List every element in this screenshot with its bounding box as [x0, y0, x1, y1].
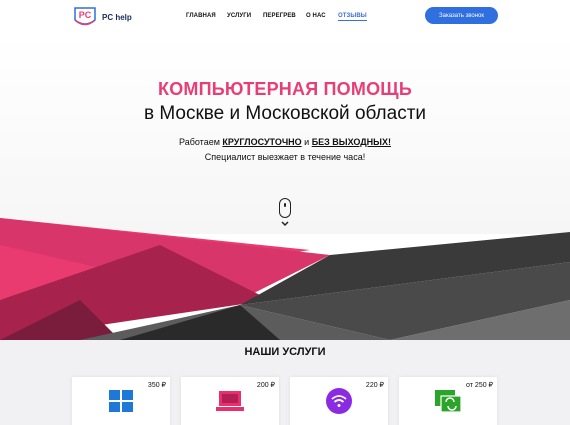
laptop-icon	[216, 391, 244, 411]
service-price: 200 ₽	[256, 382, 275, 389]
data-transfer-icon	[435, 390, 462, 413]
service-price: 350 ₽	[147, 382, 166, 389]
service-card-windows[interactable]: 350 ₽	[72, 377, 170, 425]
service-price: 220 ₽	[365, 382, 384, 389]
services-title: НАШИ УСЛУГИ	[244, 346, 326, 358]
scroll-mouse-icon[interactable]	[279, 198, 291, 218]
chevron-down-icon[interactable]	[279, 220, 291, 228]
windows-icon	[109, 390, 133, 412]
service-card-data-transfer[interactable]: от 250 ₽	[399, 377, 497, 425]
service-price: от 250 ₽	[466, 382, 493, 389]
wifi-icon	[326, 388, 352, 414]
service-card-wifi[interactable]: 220 ₽	[290, 377, 388, 425]
service-card-laptop[interactable]: 200 ₽	[181, 377, 279, 425]
